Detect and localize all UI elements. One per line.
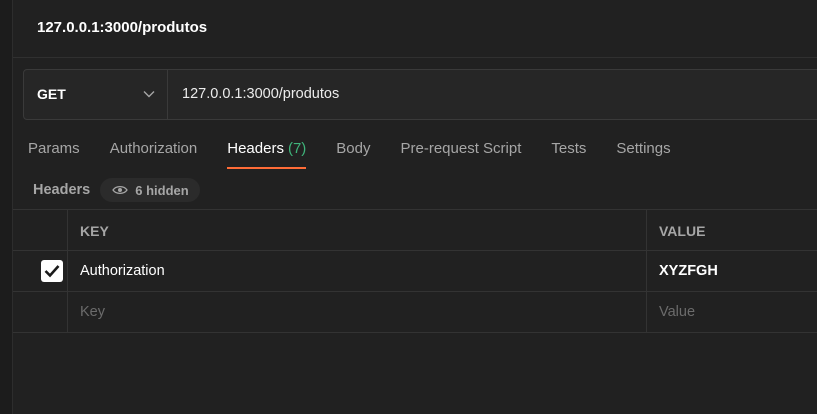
tab-settings-label: Settings [616,140,671,157]
tab-tests[interactable]: Tests [551,138,586,170]
tab-pre-request-script-label: Pre-request Script [400,140,522,157]
table-row: Authorization XYZFGH [13,251,817,292]
tab-params-label: Params [28,140,80,157]
url-input[interactable]: 127.0.0.1:3000/produtos [168,70,817,119]
method-label: GET [37,86,66,102]
headers-section-label: Headers [33,182,91,198]
table-header-row: KEY VALUE [13,210,817,251]
new-row-check-cell [13,292,68,332]
new-key-input[interactable]: Key [69,292,647,332]
key-column-header: KEY [69,210,647,250]
row-value-cell[interactable]: XYZFGH [648,251,817,291]
request-title[interactable]: 127.0.0.1:3000/produtos [37,19,207,36]
key-placeholder: Key [80,304,105,320]
tab-headers-count: (7) [287,140,307,157]
key-column-label: KEY [80,223,109,239]
tab-settings[interactable]: Settings [616,138,670,170]
row-check-cell [13,251,68,291]
headers-table: KEY VALUE Authorization XYZFGH Key Value [13,209,817,333]
row-key-cell[interactable]: Authorization [69,251,647,291]
table-row-new: Key Value [13,292,817,333]
row-value-text: XYZFGH [659,263,718,279]
new-value-input[interactable]: Value [648,292,817,332]
tab-body[interactable]: Body [336,138,370,170]
url-bar: GET 127.0.0.1:3000/produtos [23,69,817,120]
hidden-headers-toggle[interactable]: 6 hidden [100,178,200,202]
postman-request-panel: 127.0.0.1:3000/produtos GET 127.0.0.1:30… [0,0,817,414]
row-key-text: Authorization [80,263,165,279]
value-column-label: VALUE [659,223,706,239]
value-placeholder: Value [659,304,696,320]
url-text: 127.0.0.1:3000/produtos [182,86,340,102]
tab-headers[interactable]: Headers (7) [227,138,307,170]
tab-authorization-label: Authorization [109,140,198,157]
header-check-cell [13,210,68,250]
tab-tests-label: Tests [551,140,587,157]
request-title-bar: 127.0.0.1:3000/produtos [13,0,817,58]
tab-headers-label: Headers [227,140,284,157]
tab-pre-request-script[interactable]: Pre-request Script [401,138,522,170]
chevron-down-icon [143,91,155,98]
headers-subheader: Headers 6 hidden [33,178,200,202]
tab-body-label: Body [336,140,371,157]
sidebar-edge [0,0,13,414]
eye-icon [112,185,129,195]
value-column-header: VALUE [648,210,817,250]
checkmark-icon [44,265,60,278]
tab-authorization[interactable]: Authorization [110,138,198,170]
hidden-headers-label: 6 hidden [135,182,189,198]
row-checkbox[interactable] [41,260,63,282]
method-select[interactable]: GET [24,70,168,119]
request-tabs: Params Authorization Headers (7) Body Pre… [28,138,701,170]
tab-params[interactable]: Params [28,138,80,170]
